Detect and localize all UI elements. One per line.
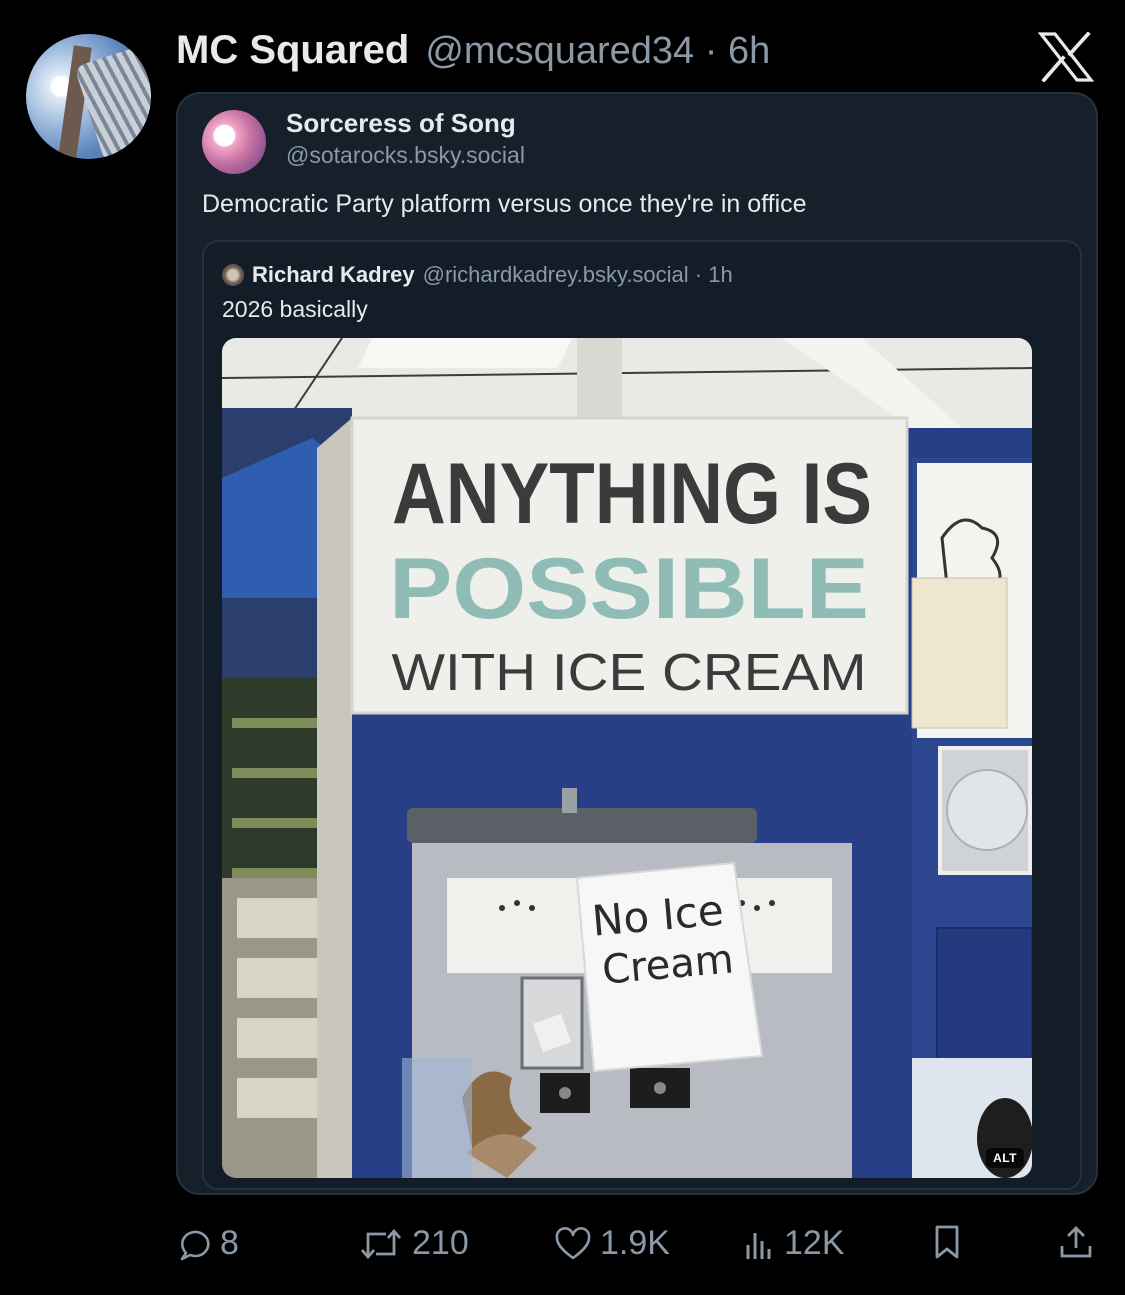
quoted-post-text: Democratic Party platform versus once th… (202, 190, 807, 218)
views-chart-icon (746, 1232, 771, 1259)
like-button[interactable]: 1.9K (554, 1224, 670, 1263)
repost-button[interactable]: 210 (358, 1224, 469, 1263)
share-button[interactable] (1058, 1224, 1094, 1260)
repost-icon (360, 1228, 402, 1259)
author-display-name[interactable]: MC Squared (176, 28, 409, 73)
author-avatar[interactable] (26, 34, 151, 159)
nested-post-header: Richard Kadrey @richardkadrey.bsky.socia… (222, 262, 733, 288)
sign-line-2: POSSIBLE (389, 541, 869, 637)
post-photo[interactable]: ANYTHING IS POSSIBLE WITH ICE CREAM No I… (222, 338, 1032, 1178)
nested-author-meta[interactable]: @richardkadrey.bsky.social · 1h (423, 262, 733, 288)
bookmark-icon (935, 1225, 959, 1259)
quoted-author-handle[interactable]: @sotarocks.bsky.social (286, 142, 525, 169)
nested-post-text: 2026 basically (222, 296, 368, 322)
post-header: MC Squared @mcsquared34 · 6h (176, 28, 770, 78)
x-logo-icon (1038, 32, 1094, 82)
sign-line-3: WITH ICE CREAM (392, 644, 867, 702)
reply-count: 8 (220, 1224, 239, 1262)
quoted-author-name[interactable]: Sorceress of Song (286, 108, 516, 139)
nested-author-avatar[interactable] (222, 264, 244, 286)
sign-line-1: ANYTHING IS (392, 446, 872, 542)
nested-quoted-post[interactable]: Richard Kadrey @richardkadrey.bsky.socia… (202, 240, 1082, 1190)
reply-icon (180, 1230, 210, 1260)
photo-illustration: ANYTHING IS POSSIBLE WITH ICE CREAM No I… (222, 338, 1032, 1178)
author-handle-time[interactable]: @mcsquared34 · 6h (425, 30, 770, 73)
avatar-dish (74, 45, 151, 159)
bookmark-button[interactable] (932, 1224, 962, 1260)
quoted-author-avatar[interactable] (202, 110, 266, 174)
alt-text-badge[interactable]: ALT (986, 1148, 1024, 1168)
share-icon (1060, 1226, 1092, 1258)
repost-count: 210 (412, 1224, 469, 1262)
heart-icon (555, 1226, 591, 1259)
nested-author-name[interactable]: Richard Kadrey (252, 262, 415, 288)
like-count: 1.9K (600, 1224, 670, 1262)
views-count: 12K (784, 1224, 845, 1262)
post-action-bar: 8 210 1.9K 12K (176, 1220, 1098, 1270)
quoted-post-card[interactable]: Sorceress of Song @sotarocks.bsky.social… (176, 92, 1098, 1195)
reply-button[interactable]: 8 (176, 1224, 239, 1263)
views-button[interactable]: 12K (742, 1224, 845, 1263)
